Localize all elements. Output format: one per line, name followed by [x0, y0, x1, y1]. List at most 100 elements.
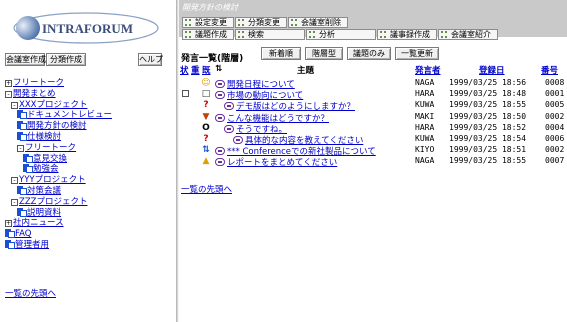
- tree-explanation[interactable]: 説明資料: [5, 207, 175, 219]
- tree-label[interactable]: XXXプロジェクト: [19, 100, 87, 110]
- message-icon: [233, 136, 243, 144]
- message-author: NAGA: [415, 156, 435, 166]
- toolbar: 開発方針の検討 設定変更 分類変更 会議室削除 議題作成 検索 分析 議事録作成…: [179, 0, 567, 40]
- message-date: 1999/03/25 18:51: [449, 145, 527, 155]
- room-icon: [17, 121, 27, 131]
- col-arrows-icon: ⇅: [215, 64, 223, 74]
- message-number: 0007: [545, 156, 565, 166]
- tree-label[interactable]: 社内ニュース: [13, 218, 64, 228]
- collapse-icon[interactable]: -: [17, 144, 24, 152]
- message-number: 0005: [545, 100, 565, 110]
- message-row[interactable]: ▼ こんな機能はどうですか？ MAKI 1999/03/25 18:50 0002: [179, 111, 567, 124]
- tree-doc-review[interactable]: ドキュメントレビュー: [5, 110, 175, 121]
- message-row[interactable]: ? デモ版はどのようにしますか？ KUWA 1999/03/25 18:55 0005: [179, 100, 567, 112]
- message-subject-link[interactable]: レポートをまとめてください: [227, 158, 337, 168]
- tree-company-news[interactable]: + 社内ニュース: [5, 218, 175, 229]
- tree-zzz-project[interactable]: - ZZZプロジェクト: [5, 197, 175, 208]
- delete-room-button[interactable]: 会議室削除: [288, 17, 348, 28]
- back-to-top-link-right[interactable]: 一覧の先頭へ: [181, 183, 232, 195]
- tree-label[interactable]: 管理者用: [15, 240, 49, 250]
- search-button[interactable]: 検索: [235, 29, 305, 40]
- tree-label[interactable]: 意見交換: [33, 154, 67, 164]
- create-minutes-button[interactable]: 議事録作成: [377, 29, 437, 40]
- expand-icon[interactable]: +: [5, 220, 12, 228]
- message-row[interactable]: □ 市場の動向について HARA 1999/03/25 18:48 0001: [179, 89, 567, 101]
- collapse-icon[interactable]: -: [5, 90, 12, 98]
- message-subject-cell: *** Conferenceでの新社製品について: [215, 145, 376, 157]
- col-status[interactable]: 状: [180, 64, 189, 76]
- circle-icon: O: [202, 122, 210, 133]
- back-to-top-link[interactable]: 一覧の先頭へ: [5, 287, 56, 299]
- tree-view-button[interactable]: 階層型: [305, 47, 343, 60]
- tree-label[interactable]: フリートーク: [13, 78, 64, 88]
- refresh-list-button[interactable]: 一覧更新: [395, 47, 439, 60]
- message-date: 1999/03/25 18:52: [449, 122, 527, 132]
- room-tree: + フリートーク - 開発まとめ - XXXプロジェクト ドキュメントレビュー 開発方針の検討…: [5, 78, 175, 251]
- tree-label[interactable]: ZZZプロジェクト: [19, 197, 87, 207]
- settings-button[interactable]: 設定変更: [182, 17, 234, 28]
- collapse-icon[interactable]: -: [11, 198, 18, 206]
- message-author: KUWA: [415, 134, 435, 143]
- message-date: 1999/03/25 18:54: [449, 134, 527, 143]
- tree-countermeasure[interactable]: 対策会議: [5, 185, 175, 197]
- intraforum-logo: INTRAFORUM: [13, 12, 159, 44]
- message-icon: [215, 113, 225, 122]
- tree-free-talk[interactable]: + フリートーク: [5, 78, 175, 89]
- message-row[interactable]: ▲ レポートをまとめてください NAGA 1999/03/25 18:55 0007: [179, 156, 567, 168]
- tree-free-talk-sub[interactable]: - フリートーク: [5, 143, 175, 154]
- message-date: 1999/03/25 18:48: [449, 89, 527, 99]
- col-date[interactable]: 登録日: [479, 64, 505, 76]
- collapse-icon[interactable]: -: [11, 177, 18, 185]
- tree-xxx-project[interactable]: - XXXプロジェクト: [5, 100, 175, 111]
- expand-icon[interactable]: +: [5, 80, 12, 87]
- change-category-button[interactable]: 分類変更: [235, 17, 287, 28]
- message-subject-cell: レポートをまとめてください: [215, 156, 337, 168]
- message-row[interactable]: O そうですね。 HARA 1999/03/25 18:52 0004: [179, 122, 567, 135]
- tree-label[interactable]: 対策会議: [27, 186, 61, 196]
- message-date: 1999/03/25 18:56: [449, 78, 527, 87]
- tree-label[interactable]: 開発まとめ: [13, 89, 56, 99]
- tree-label[interactable]: FAQ: [15, 229, 31, 239]
- room-icon: [17, 110, 27, 120]
- tree-label[interactable]: 仕様検討: [27, 132, 61, 142]
- message-number: 0002: [545, 145, 565, 155]
- col-importance[interactable]: 重: [191, 64, 200, 76]
- analyze-button[interactable]: 分析: [306, 29, 376, 40]
- col-author[interactable]: 発言者: [415, 64, 441, 76]
- message-number: 0001: [545, 89, 565, 99]
- message-row[interactable]: ☺ 開発日程について NAGA 1999/03/25 18:56 0008: [179, 78, 567, 90]
- create-room-button[interactable]: 会議室作成: [5, 53, 46, 66]
- tree-label[interactable]: フリートーク: [25, 143, 76, 153]
- collapse-icon[interactable]: -: [11, 101, 18, 109]
- message-subject-cell: デモ版はどのようにしますか？: [224, 100, 355, 112]
- message-row[interactable]: ? 具体的な内容を教えてください KUWA 1999/03/25 18:54 0006: [179, 134, 567, 146]
- room-intro-button[interactable]: 会議室紹介: [438, 29, 498, 40]
- create-category-button[interactable]: 分類作成: [46, 53, 86, 66]
- message-author: KUWA: [415, 100, 435, 110]
- sort-newest-button[interactable]: 新着順: [261, 47, 301, 60]
- tree-label[interactable]: 説明資料: [27, 208, 61, 218]
- tree-faq[interactable]: FAQ: [5, 229, 175, 240]
- tree-spec-review[interactable]: 仕様検討: [5, 131, 175, 143]
- col-number[interactable]: 番号: [541, 64, 558, 76]
- tree-dev-policy[interactable]: 開発方針の検討: [5, 121, 175, 132]
- bell-icon: ▲: [202, 156, 210, 167]
- create-topic-button[interactable]: 議題作成: [182, 29, 234, 40]
- tree-label[interactable]: 勉強会: [33, 164, 59, 174]
- unread-checkbox[interactable]: [182, 90, 189, 100]
- help-button[interactable]: ヘルプ: [138, 53, 163, 66]
- message-date: 1999/03/25 18:50: [449, 111, 527, 121]
- tree-study-group[interactable]: 勉強会: [5, 164, 175, 175]
- message-row[interactable]: ⇅ *** Conferenceでの新社製品について KIYO 1999/03/25 …: [179, 145, 567, 157]
- room-title: 開発方針の検討: [182, 3, 238, 12]
- col-read[interactable]: 既: [202, 64, 211, 76]
- tree-admin[interactable]: 管理者用: [5, 239, 175, 251]
- topics-only-button[interactable]: 議題のみ: [347, 47, 391, 60]
- tree-label[interactable]: ドキュメントレビュー: [27, 110, 112, 120]
- tree-label[interactable]: 開発方針の検討: [27, 121, 87, 131]
- tree-label[interactable]: YYYプロジェクト: [19, 175, 86, 185]
- tree-dev-summary[interactable]: - 開発まとめ: [5, 89, 175, 100]
- tree-yyy-project[interactable]: - YYYプロジェクト: [5, 175, 175, 186]
- room-icon: [5, 229, 15, 239]
- tree-opinion-exchange[interactable]: 意見交換: [5, 153, 175, 165]
